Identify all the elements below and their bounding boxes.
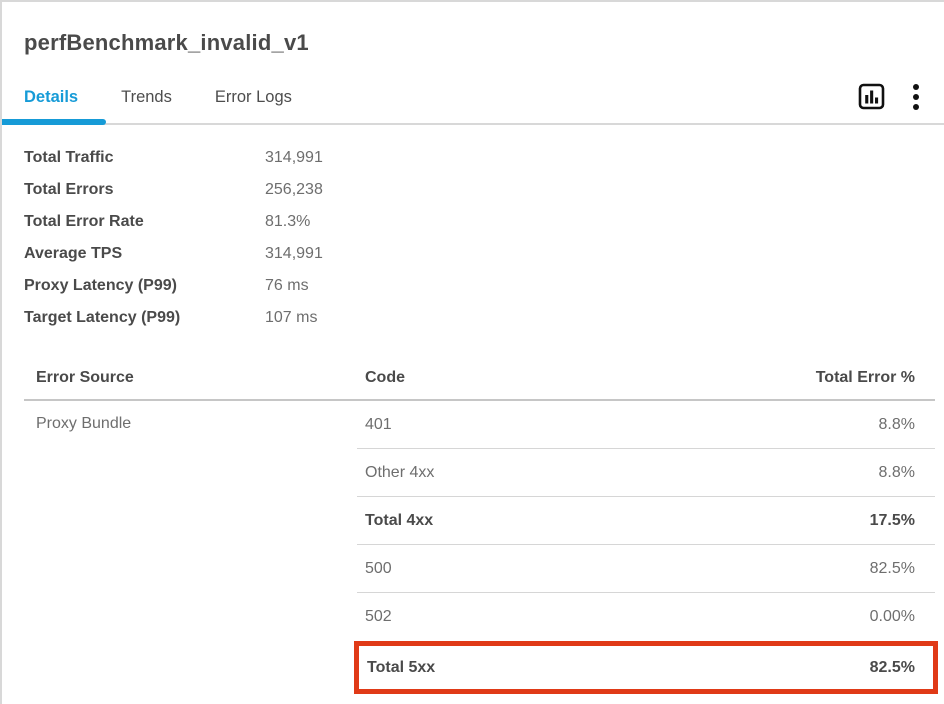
report-detail-panel: perfBenchmark_invalid_v1 Details Trends … <box>0 0 944 704</box>
error-pct-cell: 8.8% <box>879 416 935 434</box>
stat-value: 76 ms <box>265 277 309 295</box>
stat-average-tps: Average TPS 314,991 <box>24 238 944 270</box>
error-pct-cell: 8.8% <box>879 464 935 482</box>
bar-chart-icon[interactable] <box>857 82 886 111</box>
tab-list: Details Trends Error Logs <box>2 89 857 114</box>
table-row-total-5xx: Total 5xx 82.5% <box>359 646 933 689</box>
stat-label: Average TPS <box>24 245 265 263</box>
table-body: Proxy Bundle 401 8.8% Other 4xx 8.8% Tot… <box>24 401 935 694</box>
column-header-error-source: Error Source <box>24 369 357 387</box>
stat-label: Target Latency (P99) <box>24 309 265 327</box>
error-pct-cell: 17.5% <box>870 512 935 530</box>
table-row-total-4xx: Total 4xx 17.5% <box>357 497 935 545</box>
tabs-bar: Details Trends Error Logs <box>2 80 944 125</box>
stat-value: 107 ms <box>265 309 317 327</box>
stat-value: 81.3% <box>265 213 310 231</box>
stat-value: 256,238 <box>265 181 323 199</box>
tab-error-logs[interactable]: Error Logs <box>215 89 292 114</box>
tab-details[interactable]: Details <box>24 89 78 114</box>
stat-total-traffic: Total Traffic 314,991 <box>24 142 944 174</box>
overflow-menu-icon[interactable] <box>911 82 921 112</box>
code-cell: 502 <box>357 608 870 626</box>
error-pct-cell: 0.00% <box>870 608 935 626</box>
code-rows: 401 8.8% Other 4xx 8.8% Total 4xx 17.5% … <box>357 401 935 694</box>
tab-trends[interactable]: Trends <box>121 89 172 114</box>
stat-proxy-latency: Proxy Latency (P99) 76 ms <box>24 270 944 302</box>
column-header-total-error-pct: Total Error % <box>816 369 935 387</box>
stat-total-error-rate: Total Error Rate 81.3% <box>24 206 944 238</box>
table-row: 502 0.00% <box>357 593 935 641</box>
active-tab-indicator <box>2 119 106 125</box>
error-breakdown-table: Error Source Code Total Error % Proxy Bu… <box>24 357 935 694</box>
table-header-row: Error Source Code Total Error % <box>24 357 935 401</box>
stat-label: Total Error Rate <box>24 213 265 231</box>
error-source-cell: Proxy Bundle <box>24 401 357 694</box>
highlight-red-box: Total 5xx 82.5% <box>354 641 938 694</box>
error-pct-cell: 82.5% <box>870 560 935 578</box>
code-cell: Total 4xx <box>357 512 870 530</box>
code-cell: Total 5xx <box>359 659 870 677</box>
stat-total-errors: Total Errors 256,238 <box>24 174 944 206</box>
code-cell: 500 <box>357 560 870 578</box>
stat-label: Total Errors <box>24 181 265 199</box>
summary-stats: Total Traffic 314,991 Total Errors 256,2… <box>2 125 944 334</box>
column-header-code: Code <box>357 369 816 387</box>
error-pct-cell: 82.5% <box>870 659 933 677</box>
code-cell: Other 4xx <box>357 464 879 482</box>
code-cell: 401 <box>357 416 879 434</box>
stat-value: 314,991 <box>265 149 323 167</box>
stat-label: Proxy Latency (P99) <box>24 277 265 295</box>
stat-value: 314,991 <box>265 245 323 263</box>
stat-label: Total Traffic <box>24 149 265 167</box>
header-actions <box>857 82 944 122</box>
table-row: 500 82.5% <box>357 545 935 593</box>
table-row: 401 8.8% <box>357 401 935 449</box>
page-title: perfBenchmark_invalid_v1 <box>2 2 944 56</box>
stat-target-latency: Target Latency (P99) 107 ms <box>24 302 944 334</box>
table-row: Other 4xx 8.8% <box>357 449 935 497</box>
